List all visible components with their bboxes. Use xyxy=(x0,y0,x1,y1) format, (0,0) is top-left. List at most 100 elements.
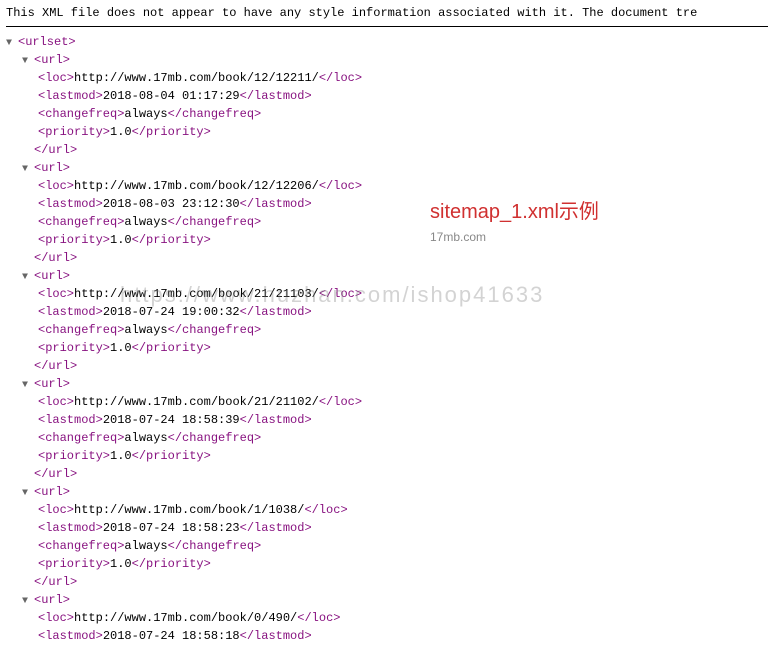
loc-value: http://www.17mb.com/book/12/12211/ xyxy=(74,71,319,85)
lastmod-value: 2018-08-04 01:17:29 xyxy=(103,89,240,103)
url-children: <loc>http://www.17mb.com/book/1/1038/</l… xyxy=(38,501,768,573)
url-open-row: ▼<url> xyxy=(22,375,768,393)
changefreq-row: <changefreq>always</changefreq> xyxy=(38,105,768,123)
priority-value: 1.0 xyxy=(110,557,132,571)
url-close-row: </url> xyxy=(22,249,768,267)
changefreq-value: always xyxy=(124,215,167,229)
url-close-tag: </url> xyxy=(34,575,77,589)
disclosure-icon[interactable]: ▼ xyxy=(22,378,32,393)
priority-value: 1.0 xyxy=(110,233,132,247)
lastmod-open-tag: <lastmod> xyxy=(38,521,103,535)
xml-notice-bar: This XML file does not appear to have an… xyxy=(6,4,768,27)
loc-close-tag: </loc> xyxy=(319,179,362,193)
loc-open-tag: <loc> xyxy=(38,179,74,193)
changefreq-row: <changefreq>always</changefreq> xyxy=(38,321,768,339)
loc-open-tag: <loc> xyxy=(38,503,74,517)
url-children: <loc>http://www.17mb.com/book/21/21103/<… xyxy=(38,285,768,357)
lastmod-open-tag: <lastmod> xyxy=(38,413,103,427)
loc-value: http://www.17mb.com/book/1/1038/ xyxy=(74,503,304,517)
url-node: ▼<url><loc>http://www.17mb.com/book/21/2… xyxy=(22,267,768,375)
changefreq-open-tag: <changefreq> xyxy=(38,323,124,337)
loc-row: <loc>http://www.17mb.com/book/0/490/</lo… xyxy=(38,609,768,627)
url-children: <loc>http://www.17mb.com/book/12/12211/<… xyxy=(38,69,768,141)
url-open-row: ▼<url> xyxy=(22,483,768,501)
loc-row: <loc>http://www.17mb.com/book/21/21102/<… xyxy=(38,393,768,411)
loc-close-tag: </loc> xyxy=(297,611,340,625)
xml-notice-text: This XML file does not appear to have an… xyxy=(6,6,697,20)
lastmod-open-tag: <lastmod> xyxy=(38,629,103,643)
changefreq-open-tag: <changefreq> xyxy=(38,431,124,445)
priority-close-tag: </priority> xyxy=(132,449,211,463)
urlset-open-tag: <urlset> xyxy=(18,35,76,49)
changefreq-value: always xyxy=(124,431,167,445)
loc-value: http://www.17mb.com/book/0/490/ xyxy=(74,611,297,625)
lastmod-close-tag: </lastmod> xyxy=(240,413,312,427)
loc-open-tag: <loc> xyxy=(38,395,74,409)
lastmod-close-tag: </lastmod> xyxy=(240,305,312,319)
url-open-tag: <url> xyxy=(34,53,70,67)
priority-open-tag: <priority> xyxy=(38,233,110,247)
disclosure-icon[interactable]: ▼ xyxy=(22,162,32,177)
loc-row: <loc>http://www.17mb.com/book/1/1038/</l… xyxy=(38,501,768,519)
changefreq-value: always xyxy=(124,107,167,121)
disclosure-icon[interactable]: ▼ xyxy=(22,594,32,609)
changefreq-row: <changefreq>always</changefreq> xyxy=(38,213,768,231)
priority-row: <priority>1.0</priority> xyxy=(38,123,768,141)
disclosure-icon[interactable]: ▼ xyxy=(22,270,32,285)
changefreq-close-tag: </changefreq> xyxy=(168,539,262,553)
disclosure-icon[interactable]: ▼ xyxy=(6,36,16,51)
changefreq-value: always xyxy=(124,323,167,337)
changefreq-open-tag: <changefreq> xyxy=(38,539,124,553)
url-close-tag: </url> xyxy=(34,251,77,265)
urlset-open-row: ▼<urlset> xyxy=(6,33,768,51)
changefreq-close-tag: </changefreq> xyxy=(168,323,262,337)
priority-open-tag: <priority> xyxy=(38,341,110,355)
lastmod-value: 2018-07-24 18:58:18 xyxy=(103,629,240,643)
lastmod-row: <lastmod>2018-08-03 23:12:30</lastmod> xyxy=(38,195,768,213)
url-close-row: </url> xyxy=(22,465,768,483)
lastmod-open-tag: <lastmod> xyxy=(38,305,103,319)
loc-close-tag: </loc> xyxy=(319,287,362,301)
priority-value: 1.0 xyxy=(110,125,132,139)
lastmod-close-tag: </lastmod> xyxy=(240,89,312,103)
url-open-tag: <url> xyxy=(34,161,70,175)
url-open-row: ▼<url> xyxy=(22,591,768,609)
changefreq-open-tag: <changefreq> xyxy=(38,215,124,229)
lastmod-value: 2018-07-24 18:58:39 xyxy=(103,413,240,427)
url-close-row: </url> xyxy=(22,573,768,591)
url-node: ▼<url><loc>http://www.17mb.com/book/1/10… xyxy=(22,483,768,591)
lastmod-row: <lastmod>2018-07-24 18:58:23</lastmod> xyxy=(38,519,768,537)
priority-row: <priority>1.0</priority> xyxy=(38,447,768,465)
url-node: ▼<url> <loc>http://www.17mb.com/book/12/1… xyxy=(22,51,768,159)
url-close-tag: </url> xyxy=(34,359,77,373)
lastmod-row: <lastmod>2018-07-24 18:58:39</lastmod> xyxy=(38,411,768,429)
disclosure-icon[interactable]: ▼ xyxy=(22,54,32,69)
lastmod-close-tag: </lastmod> xyxy=(240,197,312,211)
changefreq-close-tag: </changefreq> xyxy=(168,215,262,229)
url-node: ▼<url><loc>http://www.17mb.com/book/0/49… xyxy=(22,591,768,645)
url-close-tag: </url> xyxy=(34,467,77,481)
changefreq-close-tag: </changefreq> xyxy=(168,431,262,445)
priority-row: <priority>1.0</priority> xyxy=(38,231,768,249)
url-open-row: ▼<url> xyxy=(22,267,768,285)
priority-close-tag: </priority> xyxy=(132,233,211,247)
url-open-tag: <url> xyxy=(34,269,70,283)
changefreq-row: <changefreq>always</changefreq> xyxy=(38,537,768,555)
priority-row: <priority>1.0</priority> xyxy=(38,555,768,573)
lastmod-row: <lastmod>2018-07-24 19:00:32</lastmod> xyxy=(38,303,768,321)
url-node: ▼<url> <loc>http://www.17mb.com/book/12/1… xyxy=(22,159,768,267)
loc-row: <loc>http://www.17mb.com/book/12/12206/<… xyxy=(38,177,768,195)
url-close-row: </url> xyxy=(22,357,768,375)
loc-value: http://www.17mb.com/book/21/21103/ xyxy=(74,287,319,301)
xml-tree: ▼<urlset> ▼<url><loc>http://www.17mb.com… xyxy=(6,33,768,645)
priority-value: 1.0 xyxy=(110,341,132,355)
priority-close-tag: </priority> xyxy=(132,125,211,139)
url-open-tag: <url> xyxy=(34,377,70,391)
changefreq-open-tag: <changefreq> xyxy=(38,107,124,121)
url-node: ▼<url><loc>http://www.17mb.com/book/21/2… xyxy=(22,375,768,483)
loc-value: http://www.17mb.com/book/12/12206/ xyxy=(74,179,319,193)
priority-open-tag: <priority> xyxy=(38,125,110,139)
loc-open-tag: <loc> xyxy=(38,611,74,625)
disclosure-icon[interactable]: ▼ xyxy=(22,486,32,501)
url-close-tag: </url> xyxy=(34,143,77,157)
